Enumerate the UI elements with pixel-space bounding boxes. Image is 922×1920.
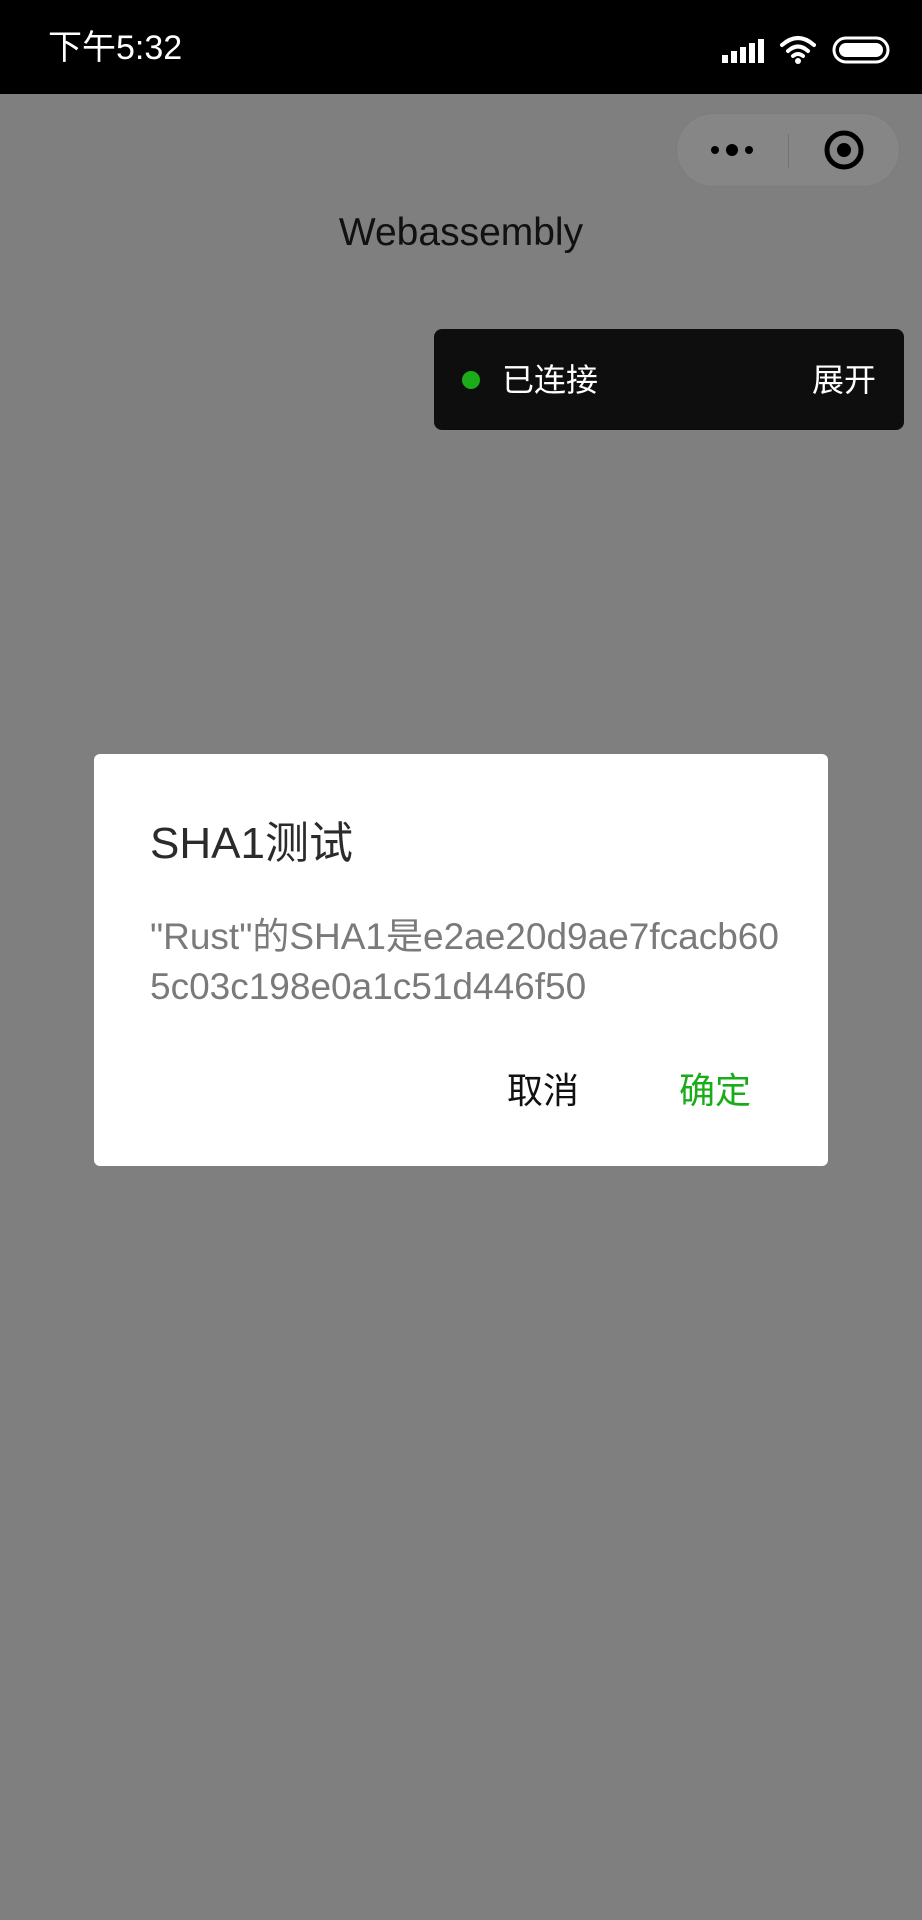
page-title: Webassembly [338,211,584,254]
more-dots-icon [711,144,753,156]
status-bar: 下午5:32 [0,0,922,94]
status-icons [722,30,892,70]
status-time: 下午5:32 [48,29,183,67]
signal-icon [722,37,764,63]
mini-program-capsule [676,113,900,187]
dialog-title: SHA1测试 [150,819,353,868]
capsule-close-button[interactable] [789,114,899,186]
expand-button[interactable]: 展开 [812,359,876,401]
wifi-icon [780,36,816,64]
dialog-content: "Rust"的SHA1是e2ae20d9ae7fcacb605c03c198e0… [150,916,779,1007]
battery-icon [832,36,890,64]
modal-dialog: SHA1测试 "Rust"的SHA1是e2ae20d9ae7fcacb605c0… [94,754,828,1166]
cancel-button[interactable]: 取消 [507,1068,579,1114]
connection-status-dot [462,371,480,389]
vconsole-panel[interactable]: 已连接 展开 [434,329,904,430]
connection-status-text: 已连接 [502,362,599,398]
target-close-icon [824,130,864,170]
capsule-more-button[interactable] [677,114,787,186]
confirm-button[interactable]: 确定 [679,1068,751,1114]
